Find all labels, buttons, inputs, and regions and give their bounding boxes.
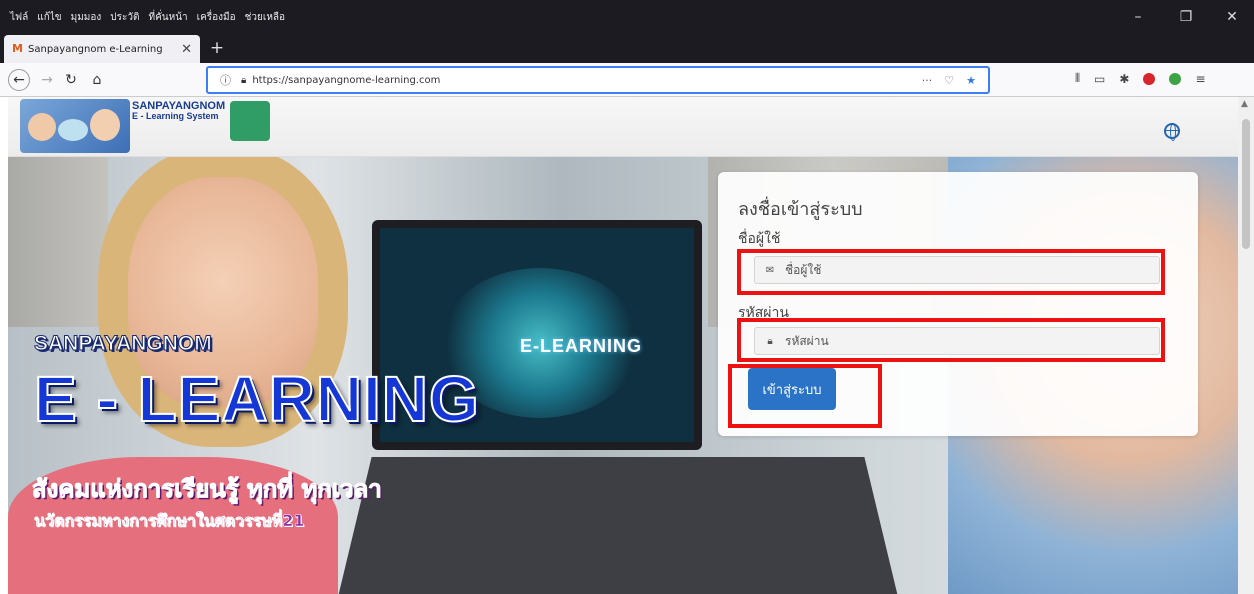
library-icon[interactable]: ⫴ (1075, 71, 1080, 86)
screen-text: E-LEARNING (520, 336, 642, 356)
pocket-icon[interactable]: ♡ (944, 74, 954, 87)
adblock-icon[interactable] (1143, 72, 1156, 85)
forward-arrow-icon[interactable]: → (36, 69, 58, 91)
menu-tools[interactable]: เครื่องมือ (197, 10, 236, 25)
lock-icon: 🔒︎ (241, 74, 247, 86)
close-window-icon[interactable]: ✕ (1212, 6, 1252, 28)
site-header: SANPAYANGNOM E - Learning System (8, 97, 1238, 157)
menu-view[interactable]: มุมมอง (71, 10, 102, 25)
new-tab-icon[interactable]: + (206, 37, 228, 59)
brand-top: SANPAYANGNOM (34, 332, 213, 356)
sidebar-icon[interactable]: ▭ (1094, 72, 1105, 86)
tab-bar: M Sanpayangnom e-Learning ✕ + (0, 33, 1254, 63)
extension-green-icon[interactable] (1169, 72, 1182, 85)
title-bar: ไฟล์ แก้ไข มุมมอง ประวัติ ที่คั่นหน้า เค… (0, 0, 1254, 33)
menu-file[interactable]: ไฟล์ (10, 10, 28, 25)
home-icon[interactable]: ⌂ (86, 69, 108, 91)
tab-title: Sanpayangnom e-Learning (28, 43, 163, 55)
logo-image[interactable] (20, 99, 130, 153)
highlight-login-button (728, 364, 882, 428)
site-logo-text[interactable]: SANPAYANGNOM E - Learning System (132, 100, 226, 122)
laptop-keyboard (338, 457, 898, 594)
logo-line2: E - Learning System (132, 111, 219, 121)
close-tab-icon[interactable]: ✕ (181, 42, 192, 57)
scroll-up-icon[interactable]: ▲ (1241, 99, 1248, 109)
menu-edit[interactable]: แก้ไข (37, 10, 61, 25)
menu-history[interactable]: ประวัติ (110, 10, 139, 25)
menu-bookmarks[interactable]: ที่คั่นหน้า (149, 10, 188, 25)
restore-icon[interactable]: ❐ (1166, 6, 1206, 28)
username-label: ชื่อผู้ใช้ (738, 231, 781, 247)
vertical-scrollbar[interactable]: ▲ (1238, 97, 1254, 594)
bookmark-star-icon[interactable]: ★ (966, 74, 976, 87)
site-info-icon[interactable]: ⓘ (220, 72, 231, 88)
page-actions-icon[interactable]: ··· (922, 74, 933, 87)
highlight-username (737, 249, 1165, 295)
highlight-password (737, 318, 1165, 362)
scrollbar-thumb[interactable] (1242, 119, 1250, 249)
login-title: ลงชื่อเข้าสู่ระบบ (738, 199, 863, 220)
url-text[interactable]: https://sanpayangnome-learning.com (252, 75, 921, 86)
address-bar[interactable]: ⓘ 🔒︎ https://sanpayangnome-learning.com … (206, 66, 990, 94)
extension-icon[interactable]: ✱ (1119, 72, 1129, 86)
minimize-icon[interactable]: – (1118, 6, 1158, 28)
menu-bar: ไฟล์ แก้ไข มุมมอง ประวัติ ที่คั่นหน้า เค… (10, 10, 285, 25)
bookshelf-left (8, 157, 108, 327)
back-arrow-icon[interactable]: ← (8, 69, 30, 91)
tab-sanpayangnom[interactable]: M Sanpayangnom e-Learning ✕ (4, 35, 200, 63)
brand-main: E - LEARNING (33, 362, 480, 436)
slogan-1: สังคมแห่งการเรียนรู้ ทุกที่ ทุกเวลา (32, 475, 383, 504)
toolbar-icons: ⫴ ▭ ✱ ≡ (1075, 71, 1206, 86)
favicon-icon: M (12, 42, 23, 55)
logo-line1: SANPAYANGNOM (132, 100, 226, 112)
slogan-2: นวัตกรรมทางการศึกษาในศตวรรษที่21 (34, 511, 305, 531)
e-learning-badge-icon (230, 101, 270, 141)
menu-hamburger-icon[interactable]: ≡ (1195, 72, 1205, 86)
reload-icon[interactable]: ↻ (60, 69, 82, 91)
globe-icon[interactable] (1164, 123, 1180, 141)
menu-help[interactable]: ช่วยเหลือ (245, 10, 285, 25)
nav-bar: ← → ↻ ⌂ ⓘ 🔒︎ https://sanpayangnome-learn… (0, 63, 1254, 97)
